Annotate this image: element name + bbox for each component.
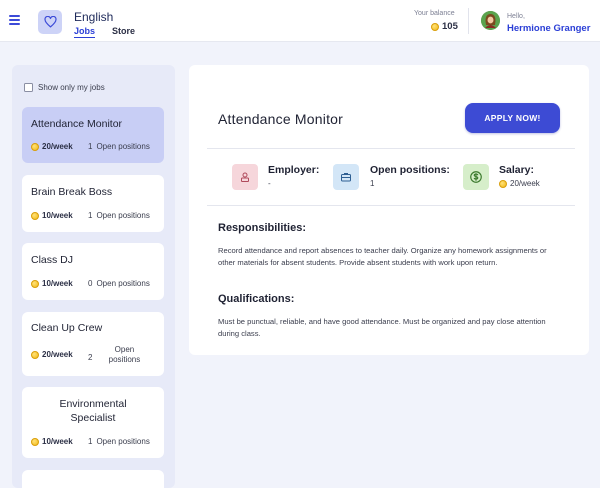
open-count: 1 xyxy=(88,437,93,446)
coin-icon xyxy=(499,179,507,188)
open-positions-label: Open positions: xyxy=(370,164,450,176)
coin-icon xyxy=(431,22,439,31)
open-text: Open positions xyxy=(108,345,141,364)
job-wage-text: 10/week xyxy=(42,279,73,288)
job-card-attendance-monitor[interactable]: Attendance Monitor 20/week 1 Open positi… xyxy=(22,107,164,163)
job-wage-text: 20/week xyxy=(42,142,73,151)
apply-now-button[interactable]: APPLY NOW! xyxy=(465,103,560,133)
balance-label: Your balance xyxy=(414,10,455,17)
job-title: Attendance Monitor xyxy=(31,118,123,130)
greeting: Hello, xyxy=(507,13,525,20)
divider xyxy=(207,148,575,149)
open-text: Open positions xyxy=(96,279,150,288)
responsibilities-heading: Responsibilities: xyxy=(218,222,307,234)
employer-label: Employer: xyxy=(268,164,320,176)
coin-icon xyxy=(31,437,39,446)
jobs-sidebar: Show only my jobs Attendance Monitor 20/… xyxy=(12,65,175,488)
salary-value: 20/week xyxy=(499,179,540,188)
briefcase-icon xyxy=(333,164,359,190)
open-count: 2 xyxy=(88,353,93,362)
open-text: Open positions xyxy=(96,142,150,151)
job-wage: 10/week xyxy=(31,279,73,288)
salary-label: Salary: xyxy=(499,164,535,176)
top-bar: English Jobs Store Your balance 105 Hell… xyxy=(0,0,600,42)
job-card-environmental-specialist[interactable]: Environmental Specialist 10/week 1 Open … xyxy=(22,387,164,458)
job-wage: 20/week xyxy=(31,142,73,151)
coin-icon xyxy=(31,350,39,359)
filter-label: Show only my jobs xyxy=(38,83,105,92)
job-card-next[interactable] xyxy=(22,470,164,488)
coin-icon xyxy=(31,211,39,220)
job-open-positions: 2 Open positions xyxy=(88,345,144,365)
job-wage: 10/week xyxy=(31,437,73,446)
salary-amount: 20/week xyxy=(510,179,540,188)
header-divider xyxy=(468,8,469,34)
divider xyxy=(207,205,575,206)
responsibilities-text: Record attendance and report absences to… xyxy=(218,246,547,267)
dollar-icon xyxy=(463,164,489,190)
job-card-class-dj[interactable]: Class DJ 10/week 0 Open positions xyxy=(22,243,164,300)
qualifications-text: Must be punctual, reliable, and have goo… xyxy=(218,317,546,338)
balance-value: 105 xyxy=(431,21,458,32)
job-title: Brain Break Boss xyxy=(31,186,113,198)
open-text: Open positions xyxy=(96,437,150,446)
job-card-brain-break-boss[interactable]: Brain Break Boss 10/week 1 Open position… xyxy=(22,175,164,232)
job-wage: 10/week xyxy=(31,211,73,220)
job-open-positions: 1 Open positions xyxy=(88,142,150,151)
job-wage-text: 10/week xyxy=(42,211,73,220)
job-detail-title: Attendance Monitor xyxy=(218,111,344,127)
job-card-clean-up-crew[interactable]: Clean Up Crew 20/week 2 Open positions xyxy=(22,312,164,376)
job-detail-panel: Attendance Monitor APPLY NOW! Employer: … xyxy=(189,65,589,355)
open-count: 1 xyxy=(88,142,93,151)
job-wage: 20/week xyxy=(31,350,73,359)
heart-icon[interactable] xyxy=(38,10,62,34)
open-positions-value: 1 xyxy=(370,179,375,188)
job-open-positions: 1 Open positions xyxy=(88,437,150,446)
job-title: Class DJ xyxy=(31,254,74,266)
open-text: Open positions xyxy=(96,211,150,220)
coin-icon xyxy=(31,142,39,151)
user-avatar[interactable] xyxy=(481,11,500,30)
job-wage-text: 20/week xyxy=(42,350,73,359)
employer-icon xyxy=(232,164,258,190)
app-title: English xyxy=(74,10,114,24)
employer-value: - xyxy=(268,179,271,188)
tab-store[interactable]: Store xyxy=(112,26,135,36)
qualifications-heading: Qualifications: xyxy=(218,293,295,305)
job-title: Clean Up Crew xyxy=(31,322,103,334)
job-open-positions: 0 Open positions xyxy=(88,279,150,288)
job-title: Environmental Specialist xyxy=(59,398,127,424)
job-open-positions: 1 Open positions xyxy=(88,211,150,220)
tab-jobs[interactable]: Jobs xyxy=(74,26,96,38)
open-count: 1 xyxy=(88,211,93,220)
menu-icon[interactable] xyxy=(9,15,20,25)
user-name[interactable]: Hermione Granger xyxy=(507,23,590,34)
filter-checkbox[interactable] xyxy=(24,83,33,92)
filter-my-jobs[interactable]: Show only my jobs xyxy=(24,83,105,92)
balance-amount: 105 xyxy=(442,21,458,32)
job-wage-text: 10/week xyxy=(42,437,73,446)
coin-icon xyxy=(31,279,39,288)
open-count: 0 xyxy=(88,279,93,288)
